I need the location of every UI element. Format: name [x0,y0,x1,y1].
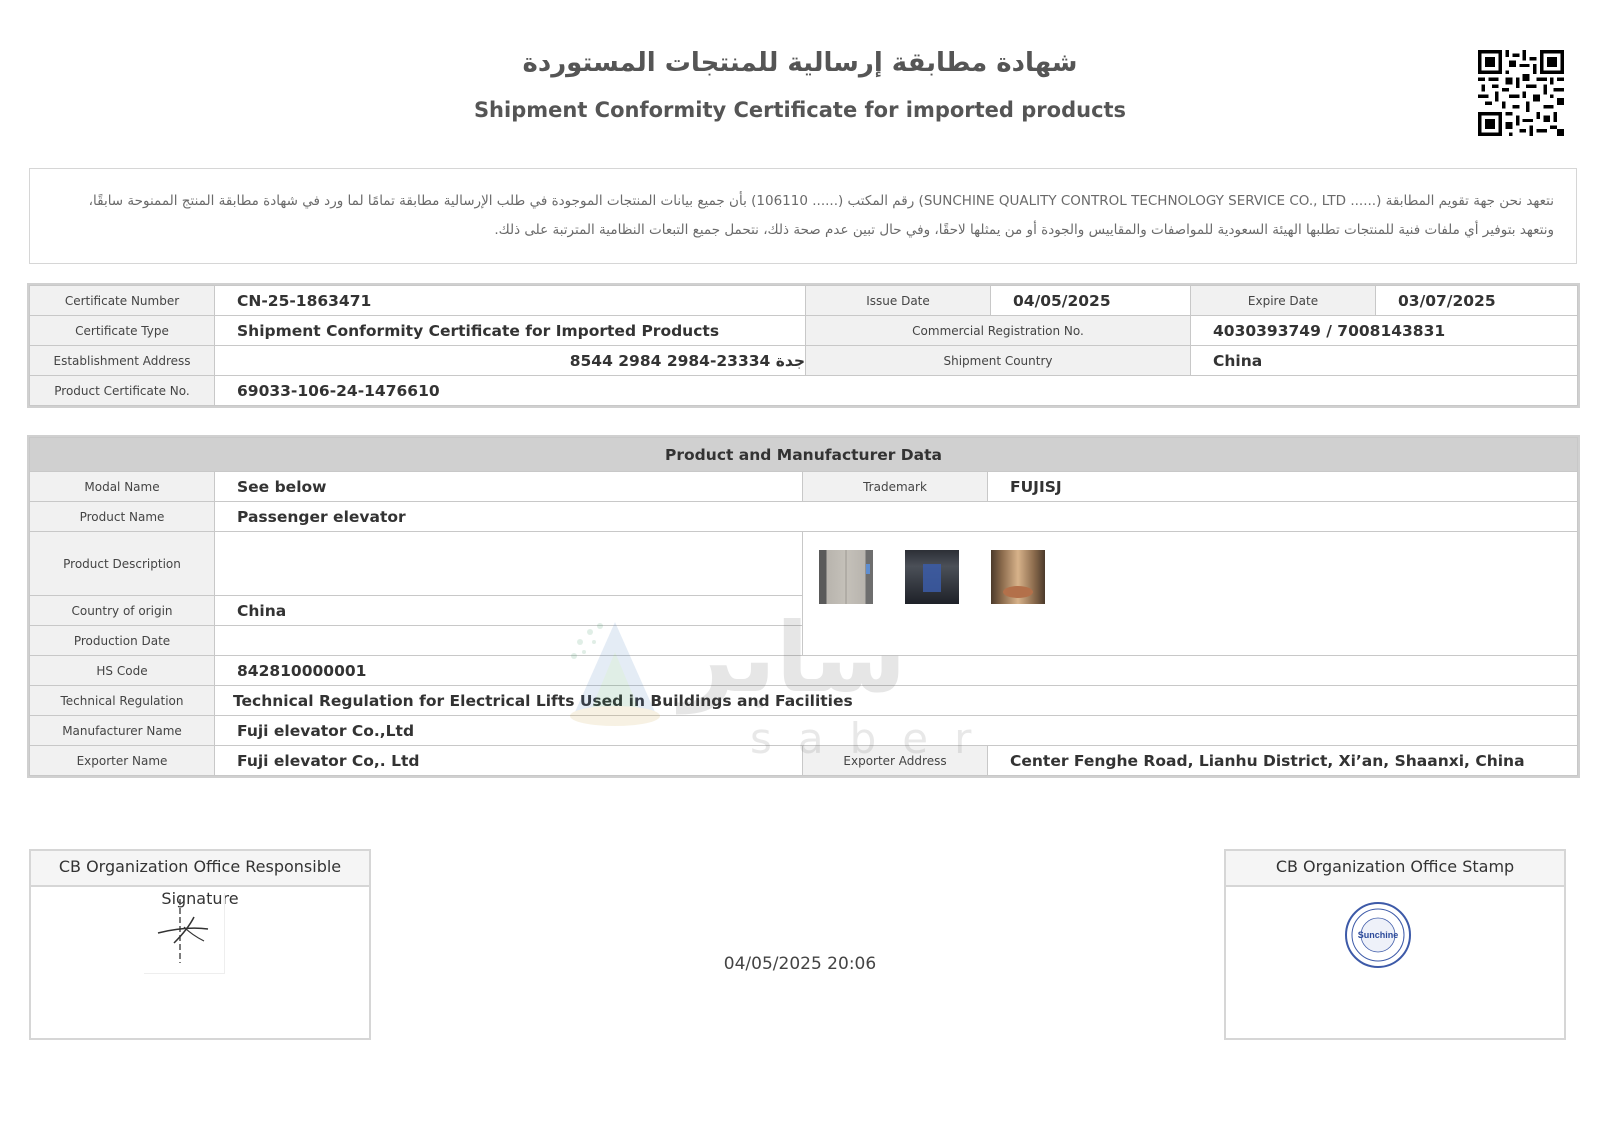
manufacturer-name-value: Fuji elevator Co.,Ltd [213,715,1579,746]
pledge-line-2: ونتعهد بتوفير أي ملفات فنية للمنتجات تطل… [494,222,1554,238]
manufacturer-name-label: Manufacturer Name [29,715,215,746]
pledge-line-1: نتعهد نحن جهة تقويم المطابقة (...... SUN… [88,193,1554,209]
elevator-photo-2[interactable] [905,550,959,604]
table-row: Technical Regulation Technical Regulatio… [29,685,1579,716]
model-name-value: See below [214,471,803,502]
hs-code-label: HS Code [29,655,215,686]
table-row: Product Certificate No. 69033-106-24-147… [29,375,1578,406]
table-row: Product Description [29,531,1579,656]
production-date-label: Production Date [29,625,215,656]
table-row: Exporter Name Fuji elevator Co,. Ltd Exp… [29,745,1579,776]
trademark-label: Trademark [802,471,988,502]
certificate-table: Certificate Number CN-25-1863471 Issue D… [27,283,1580,408]
signature-title: CB Organization Office Responsible Signa… [31,851,369,908]
table-row: Modal Name See below Trademark FUJISJ [29,471,1579,502]
hs-code-value: 842810000001 [213,655,1579,686]
product-images [801,531,1579,656]
model-name-label: Modal Name [29,471,215,502]
shipment-country-label: Shipment Country [805,345,1191,376]
stamp-box: CB Organization Office Stamp Sunchine [1224,849,1566,1040]
pledge-text-box: نتعهد نحن جهة تقويم المطابقة (...... SUN… [29,168,1577,264]
product-certificate-value: 69033-106-24-1476610 [214,375,1578,406]
product-certificate-label: Product Certificate No. [29,375,215,406]
trademark-value: FUJISJ [986,471,1579,502]
title-arabic: شهادة مطابقة إرسالية للمنتجات المستوردة [522,48,1078,78]
country-of-origin-label: Country of origin [29,595,215,626]
expire-date-label: Expire Date [1190,285,1376,316]
product-name-label: Product Name [29,501,215,532]
table-row: Certificate Number CN-25-1863471 Issue D… [29,285,1578,316]
country-of-origin-value: China [214,595,803,626]
stamp-title: CB Organization Office Stamp [1226,851,1564,887]
issue-date-label: Issue Date [805,285,991,316]
signature-box: CB Organization Office Responsible Signa… [29,849,371,1040]
certificate-type-label: Certificate Type [29,315,215,346]
table-row: Manufacturer Name Fuji elevator Co.,Ltd [29,715,1579,746]
exporter-name-label: Exporter Name [29,745,215,776]
stamp-text: Sunchine [1358,930,1399,940]
product-table: Product and Manufacturer Data Modal Name… [26,435,1581,778]
table-row: HS Code 842810000001 [29,655,1579,686]
shipment-country-value: China [1190,345,1578,376]
issue-date-value: 04/05/2025 [990,285,1191,316]
table-row: Product and Manufacturer Data [28,437,1579,472]
exporter-name-value: Fuji elevator Co,. Ltd [214,745,803,776]
exporter-address-label: Exporter Address [802,745,988,776]
certificate-number-label: Certificate Number [29,285,215,316]
elevator-photo-3[interactable] [991,550,1045,604]
qr-code-icon [1478,50,1564,136]
technical-regulation-value: Technical Regulation for Electrical Lift… [213,685,1579,716]
section-title: Product and Manufacturer Data [28,437,1579,472]
technical-regulation-label: Technical Regulation [29,685,215,716]
product-description-value [214,531,803,596]
stamp-seal-icon: Sunchine [1345,902,1411,968]
production-date-value [214,625,803,656]
certificate-type-value: Shipment Conformity Certificate for Impo… [214,315,806,346]
certificate-number-value: CN-25-1863471 [214,285,806,316]
establishment-address-label: Establishment Address [29,345,215,376]
table-row: Product Name Passenger elevator [29,501,1579,532]
exporter-address-value: Center Fenghe Road, Lianhu District, Xi’… [986,745,1579,776]
commercial-registration-label: Commercial Registration No. [805,315,1191,346]
establishment-address-value: جدة 23334-2984 2984 8544 [214,345,806,376]
table-row: Certificate Type Shipment Conformity Cer… [29,315,1578,346]
table-row: Establishment Address جدة 23334-2984 298… [29,345,1578,376]
title-english: Shipment Conformity Certificate for impo… [473,98,1127,122]
product-name-value: Passenger elevator [213,501,1579,532]
expire-date-value: 03/07/2025 [1375,285,1578,316]
elevator-photo-1[interactable] [819,550,873,604]
product-description-label: Product Description [29,531,215,596]
commercial-registration-value: 4030393749 / 7008143831 [1190,315,1578,346]
